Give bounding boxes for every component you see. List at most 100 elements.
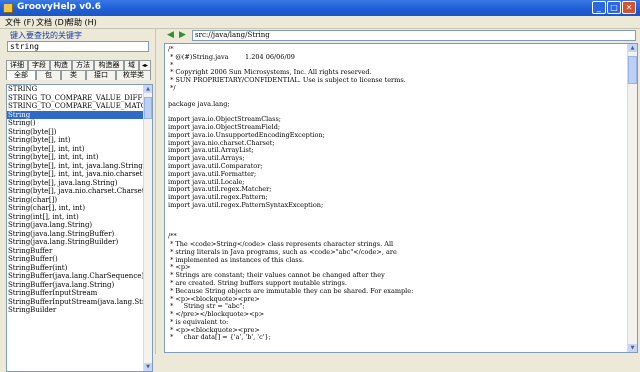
list-item[interactable]: String(char[])	[7, 196, 143, 205]
panel-splitter[interactable]	[155, 29, 161, 354]
tab-enum[interactable]: 枚举类	[116, 70, 151, 80]
list-item[interactable]: StringBuffer()	[7, 255, 143, 264]
list-scrollbar[interactable]: ▲ ▼	[143, 85, 152, 371]
result-list[interactable]: STRINGSTRING_TO_COMPARE_VALUE_DIFFEREDST…	[6, 84, 153, 372]
scroll-up-icon[interactable]: ▲	[144, 85, 152, 93]
code-line: import java.util.Locale;	[168, 178, 245, 186]
code-line: import java.util.Comparator;	[168, 162, 263, 170]
code-line: * implemented as instances of this class…	[168, 256, 305, 264]
code-line: import java.io.UnsupportedEncodingExcept…	[168, 131, 325, 139]
scroll-thumb[interactable]	[144, 97, 152, 119]
list-item[interactable]: String(byte[], int, int)	[7, 145, 143, 154]
list-item[interactable]: String(java.lang.StringBuffer)	[7, 230, 143, 239]
tab-all[interactable]: 全部	[6, 70, 36, 80]
code-line: import java.io.ObjectStreamField;	[168, 123, 281, 131]
scroll-down-icon[interactable]: ▼	[628, 344, 637, 352]
list-item[interactable]: StringBuffer(int)	[7, 264, 143, 273]
minimize-button[interactable]: _	[592, 1, 606, 14]
search-input[interactable]: string	[7, 41, 149, 52]
code-line: /**	[168, 233, 177, 241]
tab-method[interactable]: 方法	[72, 60, 94, 70]
list-item[interactable]: STRING	[7, 85, 143, 94]
scroll-thumb[interactable]	[628, 56, 637, 84]
tab-field[interactable]: 字段	[28, 60, 50, 70]
tab-domain[interactable]: 域	[124, 60, 139, 70]
list-item[interactable]: StringBufferInputStream	[7, 289, 143, 298]
list-item[interactable]: STRING_TO_COMPARE_VALUE_DIFFERED	[7, 94, 143, 103]
code-line: import java.util.Formatter;	[168, 170, 257, 178]
scroll-up-icon[interactable]: ▲	[628, 44, 637, 52]
tab-construct[interactable]: 构造	[50, 60, 72, 70]
tab-detail[interactable]: 详细	[6, 60, 28, 70]
list-item[interactable]: String()	[7, 119, 143, 128]
list-item[interactable]: String(byte[])	[7, 128, 143, 137]
menu-bar: 文件 (F) 文档 (D) 帮助 (H)	[0, 16, 640, 28]
search-label: 键入要查找的关键字	[10, 31, 82, 40]
code-line: * Because String objects are immutable t…	[168, 287, 414, 295]
list-item[interactable]: String(java.lang.String)	[7, 221, 143, 230]
address-field[interactable]: src://java/lang/String	[192, 30, 636, 41]
viewer-scrollbar[interactable]: ▲ ▼	[627, 44, 637, 352]
search-panel: 键入要查找的关键字 string 详细 字段 构造 方法 构造器 域 ◂▸ 全部…	[2, 29, 153, 372]
list-item[interactable]: STRING_TO_COMPARE_VALUE_MATCHED	[7, 102, 143, 111]
tab-class[interactable]: 类	[61, 70, 86, 80]
tab-interface[interactable]: 接口	[86, 70, 116, 80]
code-line: * Copyright 2006 Sun Microsystems, Inc. …	[168, 69, 372, 77]
list-item[interactable]: String	[7, 110, 143, 119]
list-item[interactable]: String(byte[], int, int, java.lang.Strin…	[7, 162, 143, 171]
list-item[interactable]: StringBuffer	[7, 247, 143, 256]
list-item[interactable]: String(byte[], int, int, int)	[7, 153, 143, 162]
code-line: * are created. String buffers support mu…	[168, 279, 347, 287]
list-item[interactable]: String(int[], int, int)	[7, 213, 143, 222]
code-line: * is equivalent to:	[168, 318, 229, 326]
list-item[interactable]: String(byte[], int)	[7, 136, 143, 145]
title-bar[interactable]: GroovyHelp v0.6 _ □ ✕	[0, 0, 640, 16]
list-item[interactable]: String(byte[], int, int, java.nio.charse…	[7, 170, 143, 179]
code-line: import java.util.regex.Pattern;	[168, 194, 268, 202]
code-line: /*	[168, 46, 174, 53]
code-line: import java.util.ArrayList;	[168, 147, 254, 155]
code-line: * SUN PROPRIETARY/CONFIDENTIAL. Use is s…	[168, 77, 406, 85]
code-line: * <p><blockquote><pre>	[168, 326, 260, 334]
tab-constructor[interactable]: 构造器	[94, 60, 124, 70]
menu-help[interactable]: 帮助 (H)	[66, 17, 97, 28]
menu-document[interactable]: 文档 (D)	[36, 17, 67, 28]
list-item[interactable]: StringBufferInputStream(java.lang.String…	[7, 298, 143, 307]
scroll-down-icon[interactable]: ▼	[144, 363, 152, 371]
code-line: * @(#)String.java 1.204 06/06/09	[168, 53, 295, 61]
code-line: * String str = "abc";	[168, 303, 245, 311]
code-line: * <p><blockquote><pre>	[168, 295, 260, 303]
code-line: import java.nio.charset.Charset;	[168, 139, 275, 147]
app-window: GroovyHelp v0.6 _ □ ✕ 文件 (F) 文档 (D) 帮助 (…	[0, 0, 640, 372]
result-list-items: STRINGSTRING_TO_COMPARE_VALUE_DIFFEREDST…	[7, 85, 143, 315]
list-item[interactable]: StringBuilder	[7, 306, 143, 315]
forward-arrow-icon[interactable]: ▶	[177, 30, 188, 41]
code-line: */	[168, 84, 176, 92]
code-line: import java.util.Arrays;	[168, 155, 245, 163]
code-line: * string literals in Java programs, such…	[168, 248, 397, 256]
list-item[interactable]: StringBuffer(java.lang.CharSequence)	[7, 272, 143, 281]
code-line: import java.io.ObjectStreamClass;	[168, 116, 282, 124]
list-item[interactable]: String(char[], int, int)	[7, 204, 143, 213]
code-line: package java.lang;	[168, 100, 230, 108]
code-line: * Strings are constant; their values can…	[168, 272, 385, 280]
menu-file[interactable]: 文件 (F)	[5, 17, 34, 28]
maximize-button[interactable]: □	[607, 1, 621, 14]
close-button[interactable]: ✕	[622, 1, 636, 14]
code-line: * </pre></blockquote><p>	[168, 311, 265, 319]
tab-scroll-arrows[interactable]: ◂▸	[139, 60, 151, 70]
code-line: import java.util.regex.PatternSyntaxExce…	[168, 201, 324, 209]
code-line: * <p>	[168, 264, 191, 272]
list-item[interactable]: String(byte[], java.lang.String)	[7, 179, 143, 188]
tab-package[interactable]: 包	[36, 70, 61, 80]
list-item[interactable]: StringBuffer(java.lang.String)	[7, 281, 143, 290]
code-line: * char data[] = {'a', 'b', 'c'};	[168, 334, 271, 342]
code-line: import java.util.regex.Matcher;	[168, 186, 272, 194]
list-item[interactable]: String(java.lang.StringBuilder)	[7, 238, 143, 247]
back-arrow-icon[interactable]: ◀	[165, 30, 176, 41]
source-viewer[interactable]: /* * @(#)String.java 1.204 06/06/09 * * …	[164, 43, 638, 353]
list-item[interactable]: String(byte[], java.nio.charset.Charset)	[7, 187, 143, 196]
